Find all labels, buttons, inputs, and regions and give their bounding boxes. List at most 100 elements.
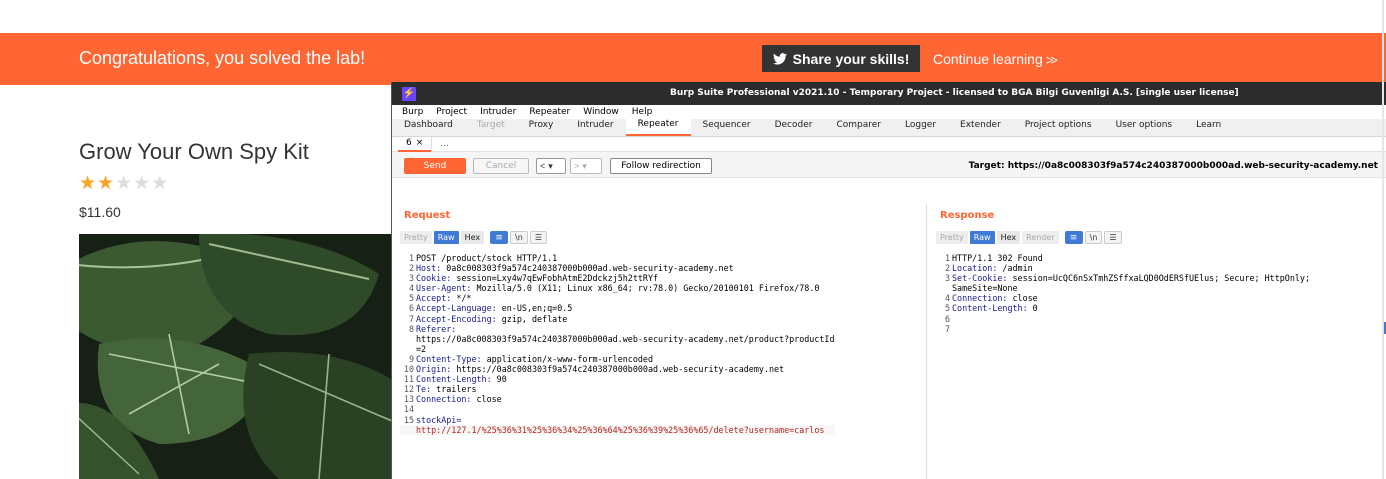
wrap-lines-icon[interactable]: ≡ (490, 231, 509, 244)
menu-item-intruder[interactable]: Intruder (480, 107, 516, 117)
solved-banner: Congratulations, you solved the lab! Sha… (0, 33, 1386, 85)
tab-proxy[interactable]: Proxy (517, 118, 566, 136)
code-line: 12 Te: trailers (400, 384, 835, 394)
menu-item-burp[interactable]: Burp (402, 107, 423, 117)
response-viewer[interactable]: 1 HTTP/1.1 302 Found 2 Location: /admin 3 Set… (936, 253, 1310, 334)
code-line: 5 Content-Length: 0 (936, 303, 1310, 313)
history-back-button[interactable]: < ▾ (536, 158, 566, 174)
tab-extender[interactable]: Extender (948, 118, 1013, 136)
header-value: close (1007, 293, 1038, 304)
header-name: Cookie: (416, 273, 452, 284)
dropdown-icon: ▾ (582, 160, 587, 171)
new-tab-button[interactable]: ... (431, 136, 457, 152)
share-skills-button[interactable]: Share your skills! (762, 45, 920, 72)
congrats-message: Congratulations, you solved the lab! (79, 48, 366, 68)
code-line: 3 Set-Cookie: session=UcQC6nSxTmhZSffxaLQ… (936, 273, 1310, 283)
tab-project-options[interactable]: Project options (1013, 118, 1104, 136)
code-line: =2 (400, 344, 835, 354)
code-line: 6 Accept-Language: en-US,en;q=0.5 (400, 303, 835, 313)
code-line: 15 stockApi= (400, 415, 835, 425)
line-number: 10 (403, 364, 414, 375)
header-name: Content-Type: (416, 353, 482, 364)
repeater-tab-label: 6 (406, 138, 412, 148)
send-button[interactable]: Send (404, 158, 466, 174)
follow-redirection-button[interactable]: Follow redirection (610, 158, 712, 174)
pretty-tab[interactable]: Pretty (400, 231, 432, 244)
header-value: SameSite=None (952, 283, 1018, 294)
continue-learning-link[interactable]: Continue learning ≫ (933, 51, 1058, 67)
render-tab[interactable]: Render (1022, 231, 1059, 244)
cancel-button[interactable]: Cancel (473, 158, 529, 174)
line-number: 6 (408, 303, 414, 314)
tab-decoder[interactable]: Decoder (763, 118, 825, 136)
line-number: 4 (408, 283, 414, 294)
double-chevron-right-icon: ≫ (1045, 53, 1059, 67)
chevron-right-icon: > (574, 161, 580, 171)
pretty-tab[interactable]: Pretty (936, 231, 968, 244)
header-value: HTTP/1.1 302 Found (952, 253, 1043, 263)
tab-intruder[interactable]: Intruder (565, 118, 625, 136)
code-line: 8 Referer: (400, 324, 835, 334)
tab-learn[interactable]: Learn (1184, 118, 1233, 136)
window-title: Burp Suite Professional v2021.10 - Tempo… (670, 88, 1239, 98)
menu-item-repeater[interactable]: Repeater (529, 107, 570, 117)
menu-icon[interactable]: ☰ (529, 231, 548, 244)
product-rating: ★ ★ ★ ★ ★ (79, 174, 168, 193)
menu-bar: Burp Project Intruder Repeater Window Help (392, 105, 1386, 119)
close-icon[interactable]: × (416, 138, 424, 148)
code-line: 7 Accept-Encoding: gzip, deflate (400, 314, 835, 324)
tab-comparer[interactable]: Comparer (824, 118, 893, 136)
code-line: 4 Connection: close (936, 293, 1310, 303)
header-value: https://0a8c008303f9a574c240387000b000ad… (451, 364, 785, 375)
star-icon: ★ (115, 173, 133, 194)
history-forward-button[interactable]: > ▾ (570, 158, 602, 174)
newline-toggle[interactable]: \n (510, 231, 528, 244)
target-label[interactable]: Target: https://0a8c008303f9a574c2403870… (969, 161, 1378, 171)
page-scrollbar[interactable] (1382, 0, 1384, 479)
leaf-photo (79, 234, 393, 479)
tab-target[interactable]: Target (465, 118, 517, 136)
repeater-tab-6[interactable]: 6 × (398, 137, 432, 152)
menu-icon[interactable]: ☰ (1104, 231, 1122, 244)
request-view-tabs: Pretty Raw Hex ≡ \n ☰ (400, 231, 548, 244)
tab-dashboard[interactable]: Dashboard (392, 118, 465, 136)
line-number: 8 (408, 323, 414, 334)
raw-tab[interactable]: Raw (969, 231, 995, 244)
line-number: 6 (944, 313, 950, 324)
line-number: 7 (408, 313, 414, 324)
header-name: Content-Length: (416, 374, 492, 385)
twitter-icon (772, 52, 787, 65)
code-line: https://0a8c008303f9a574c240387000b000ad… (400, 334, 835, 344)
tab-repeater[interactable]: Repeater (625, 118, 691, 136)
code-line: SameSite=None (936, 283, 1310, 293)
burp-titlebar: ⚡ Burp Suite Professional v2021.10 - Tem… (392, 82, 1386, 105)
code-line: 2 Host: 0a8c008303f9a574c240387000b000ad.… (400, 263, 835, 273)
code-line: 4 User-Agent: Mozilla/5.0 (X11; Linux x86… (400, 283, 835, 293)
line-number: 9 (408, 353, 414, 364)
tab-logger[interactable]: Logger (893, 118, 948, 136)
menu-item-project[interactable]: Project (436, 107, 467, 117)
continue-learning-label: Continue learning (933, 51, 1043, 67)
header-name: Host: (416, 263, 442, 274)
raw-tab[interactable]: Raw (433, 231, 459, 244)
menu-item-window[interactable]: Window (583, 107, 619, 117)
repeater-subtabs: 6 × ... (392, 136, 1386, 152)
tab-user-options[interactable]: User options (1104, 118, 1185, 136)
menu-item-help[interactable]: Help (632, 107, 653, 117)
top-strip (0, 0, 1386, 33)
hex-tab[interactable]: Hex (460, 231, 485, 244)
line-number: 3 (944, 273, 950, 284)
header-value: https://0a8c008303f9a574c240387000b000ad… (416, 333, 835, 344)
hex-tab[interactable]: Hex (996, 231, 1021, 244)
header-name: Origin: (416, 364, 452, 375)
product-price: $11.60 (79, 204, 121, 220)
wrap-lines-icon[interactable]: ≡ (1064, 231, 1083, 244)
code-line: 1 POST /product/stock HTTP/1.1 (400, 253, 835, 263)
header-name: Te: (416, 384, 432, 395)
request-editor[interactable]: 1 POST /product/stock HTTP/1.1 2 Host: 0a8c… (400, 253, 835, 435)
tab-sequencer[interactable]: Sequencer (691, 118, 763, 136)
newline-toggle[interactable]: \n (1084, 231, 1103, 244)
header-name: User-Agent: (416, 283, 472, 294)
line-number: 2 (944, 263, 950, 274)
header-value: */* (451, 293, 472, 304)
